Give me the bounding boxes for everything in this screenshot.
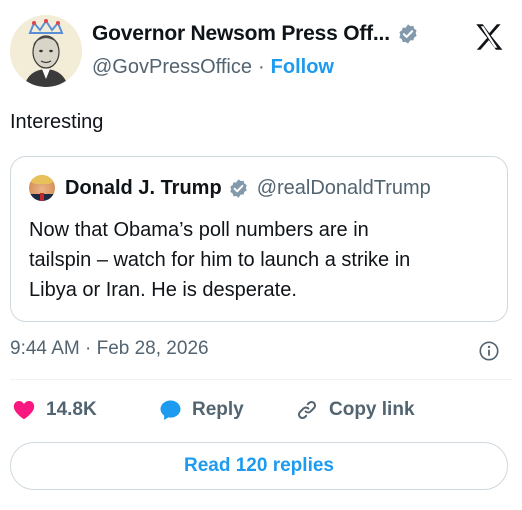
quoted-tweet-card[interactable]: Donald J. Trump @realDonaldTrump Now tha… [10,156,508,322]
read-replies-label: Read 120 replies [184,455,334,476]
like-count: 14.8K [46,399,97,420]
verified-badge-icon [399,24,417,44]
copy-link-button[interactable]: Copy link [295,398,415,422]
link-icon [297,400,317,420]
like-button[interactable]: 14.8K [12,398,97,422]
divider [10,379,512,380]
reply-label: Reply [192,399,244,420]
quoted-author-name: Donald J. Trump [65,176,222,199]
tweet-header: Governor Newsom Press Off... @GovPressOf… [10,12,512,92]
action-bar: 14.8K Reply Copy link [10,398,512,426]
reply-button[interactable]: Reply [158,398,244,422]
quoted-author-handle: @realDonaldTrump [256,176,431,199]
x-logo-icon[interactable] [472,20,506,54]
author-avatar[interactable] [10,15,82,87]
follow-button[interactable]: Follow [271,56,334,79]
tweet-timestamp[interactable]: 9:44 AM · Feb 28, 2026 [10,338,209,360]
verified-badge-icon [229,178,247,198]
copy-link-label: Copy link [329,399,415,420]
author-handle-row: @GovPressOffice · Follow [92,56,334,79]
author-name[interactable]: Governor Newsom Press Off... [92,22,390,46]
separator-dot: · [257,56,265,78]
author-avatar-image [10,15,82,87]
author-name-row: Governor Newsom Press Off... [92,22,419,46]
quoted-tweet-header: Donald J. Trump @realDonaldTrump [29,175,431,201]
reply-bubble-icon [160,400,181,420]
read-replies-button[interactable]: Read 120 replies [10,442,508,490]
author-handle[interactable]: @GovPressOffice [92,56,252,79]
tweet-text: Interesting [10,111,104,133]
heart-icon [13,400,35,420]
quoted-tweet-text: Now that Obama’s poll numbers are in tai… [29,219,411,301]
quoted-author-avatar [29,175,55,201]
info-icon[interactable] [478,340,500,362]
